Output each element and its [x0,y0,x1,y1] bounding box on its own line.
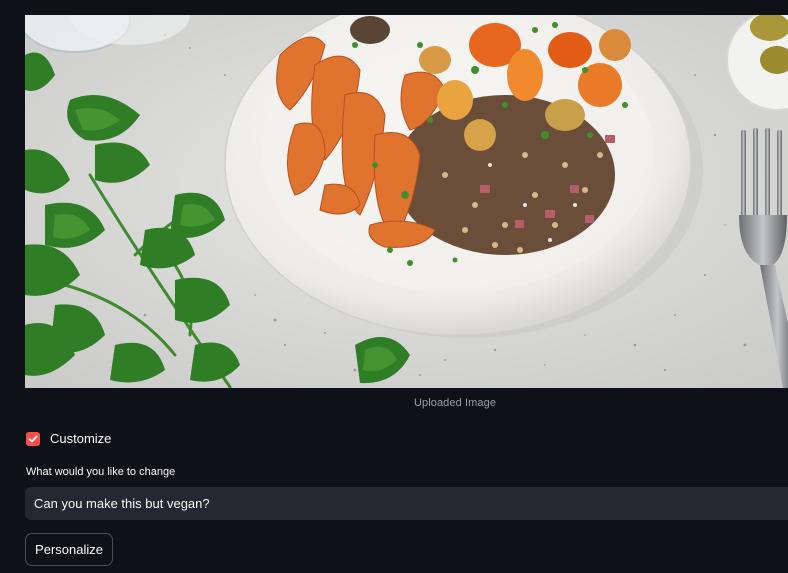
app-page: Uploaded Image Customize What would you … [0,0,788,573]
checkbox-box[interactable] [26,431,40,446]
customize-checkbox[interactable]: Customize [26,431,111,446]
image-caption: Uploaded Image [413,397,497,409]
personalize-button[interactable]: Personalize [25,533,113,566]
change-request-input[interactable] [25,487,788,520]
customize-label: Customize [50,431,112,446]
check-icon [28,435,38,442]
uploaded-food-image [25,15,788,388]
change-field-label: What would you like to change [26,466,176,478]
